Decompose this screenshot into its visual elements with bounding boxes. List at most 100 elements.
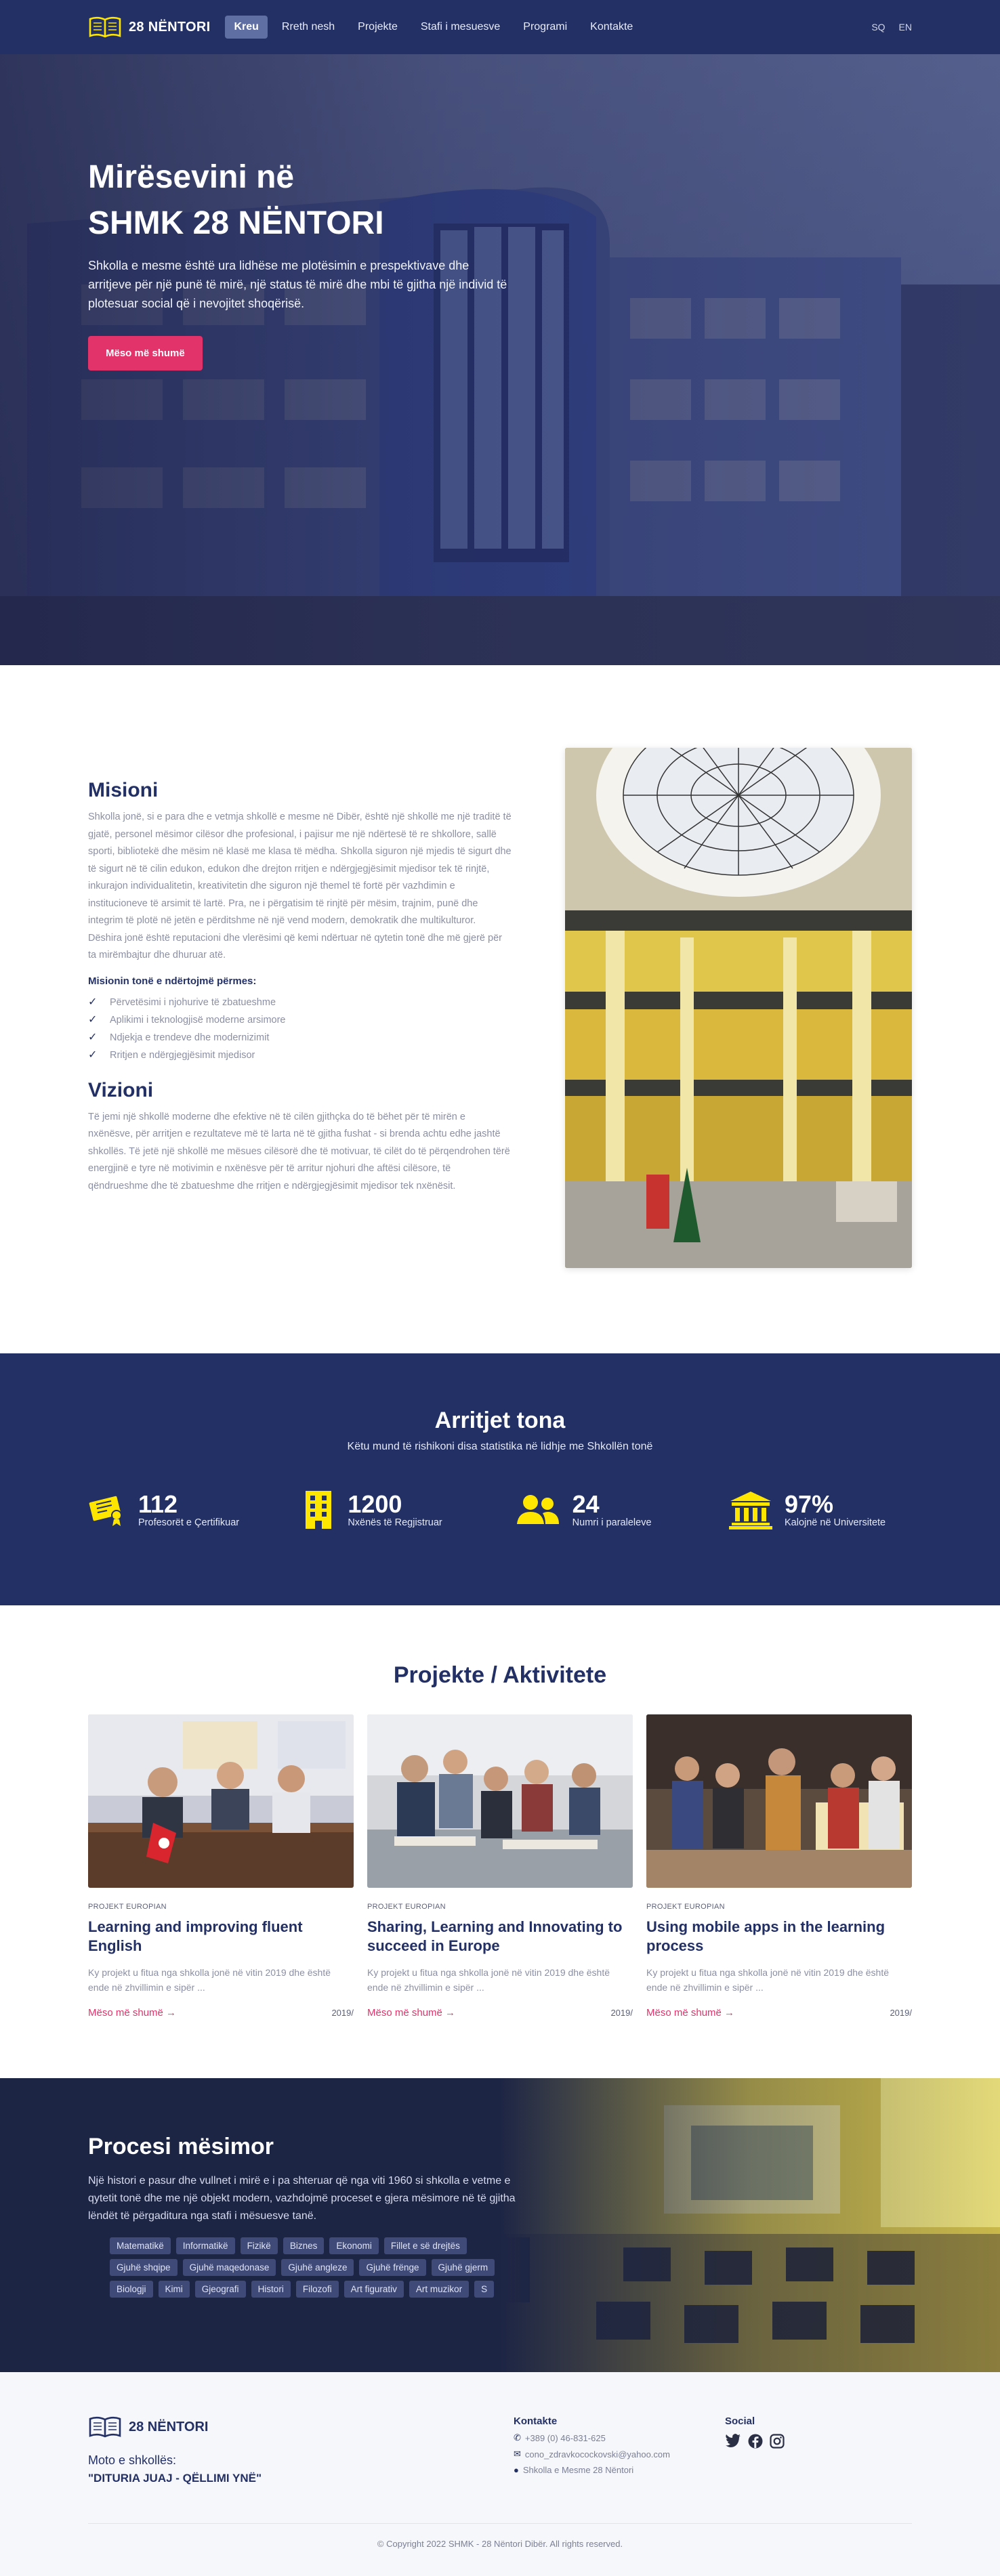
project-title[interactable]: Learning and improving fluent English (88, 1918, 354, 1956)
school-atrium-image (565, 748, 912, 1268)
check-icon: ✓ (88, 1031, 98, 1043)
project-year: 2019/ (331, 2008, 354, 2018)
stat-label: Kalojnë në Universitete (784, 1517, 886, 1528)
project-description: Ky projekt u fitua nga shkolla jonë në v… (367, 1967, 610, 1993)
stat-label: Numri i paraleleve (572, 1517, 652, 1528)
arrow-right-icon: → (445, 2007, 456, 2019)
process-text: Një histori e pasur dhe vullnet i mirë e… (88, 2175, 516, 2222)
project-cards: PROJEKT EUROPIAN Learning and improving … (88, 1714, 912, 2019)
stat-value: 97% (784, 1490, 834, 1518)
mission-text: Shkolla jonë, si e para dhe e vetmja shk… (88, 811, 512, 960)
mission-title: Misioni (88, 779, 159, 801)
project-description: Ky projekt u fitua nga shkolla jonë në v… (88, 1967, 331, 1993)
stat-value: 112 (138, 1490, 178, 1518)
footer-contact: Kontakte ✆ +389 (0) 46-831-625 ✉ cono_zd… (514, 2415, 725, 2485)
subject-chip[interactable]: Fillet e së drejtës (383, 2237, 467, 2254)
book-logo-icon (89, 2416, 121, 2438)
twitter-icon[interactable] (725, 2434, 741, 2449)
learn-more-button[interactable]: Mëso më shumë (88, 336, 203, 371)
nav-item-kreu[interactable]: Kreu (225, 16, 268, 39)
lang-sq[interactable]: SQ (871, 22, 885, 33)
nav-item-kontakte[interactable]: Kontakte (581, 16, 642, 39)
hero-section: Mirësevini në SHMK 28 NËNTORI Shkolla e … (0, 0, 1000, 665)
project-year: 2019/ (890, 2008, 912, 2018)
subject-chip[interactable]: Filozofi (295, 2281, 339, 2298)
subject-chip[interactable]: Gjuhë maqedonase (182, 2259, 276, 2276)
check-icon: ✓ (88, 1049, 98, 1061)
nav-item-projekte[interactable]: Projekte (349, 16, 407, 39)
subject-chip[interactable]: Gjuhë shqipe (110, 2259, 178, 2276)
arrow-right-icon: → (724, 2007, 735, 2019)
hero-title-line2: SHMK 28 NËNTORI (88, 205, 384, 241)
project-title[interactable]: Using mobile apps in the learning proces… (646, 1918, 912, 1956)
phone-icon: ✆ (514, 2432, 521, 2443)
stat-label: Nxënës të Regjistruar (348, 1517, 442, 1528)
subject-chip[interactable]: Art figurativ (343, 2281, 404, 2298)
nav-item-rreth-nesh[interactable]: Rreth nesh (273, 16, 343, 39)
stat-value: 24 (572, 1490, 600, 1518)
subject-chip[interactable]: Gjuhë gjerm (431, 2259, 495, 2276)
contact-phone[interactable]: +389 (0) 46-831-625 (525, 2433, 606, 2443)
learn-more-link[interactable]: Mëso më shumë → (367, 2007, 455, 2019)
footer-brand-name: 28 NËNTORI (129, 2419, 209, 2434)
projects-title: Projekte / Aktivitete (393, 1662, 607, 1688)
users-icon (516, 1495, 559, 1524)
projects-section: Projekte / Aktivitete PROJEKT EUROPIAN L… (0, 1605, 1000, 2078)
subject-chip[interactable]: Biznes (283, 2237, 325, 2254)
subject-chip[interactable]: Ekonomi (329, 2237, 379, 2254)
nav-item-stafi[interactable]: Stafi i mesuesve (412, 16, 509, 39)
learn-more-link[interactable]: Mëso më shumë → (88, 2007, 176, 2019)
university-icon (728, 1492, 772, 1529)
contact-email[interactable]: cono_zdravkocockovski@yahoo.com (525, 2449, 670, 2459)
project-card[interactable]: PROJEKT EUROPIAN Using mobile apps in th… (646, 1714, 912, 2019)
process-content: Procesi mësimor Një histori e pasur dhe … (88, 2134, 530, 2302)
mission-section: Misioni Shkolla jonë, si e para dhe e ve… (0, 665, 1000, 1353)
project-card[interactable]: PROJEKT EUROPIAN Learning and improving … (88, 1714, 354, 2019)
check-icon: ✓ (88, 1013, 98, 1026)
subject-chip[interactable]: Art muzikor (409, 2281, 470, 2298)
check-icon: ✓ (88, 996, 98, 1008)
list-item: ✓ Ndjekja e trendeve dhe modernizimit (88, 1029, 512, 1047)
stat-item: 112 Profesorët e Çertifikuar (88, 1490, 271, 1530)
subject-chip[interactable]: Informatikë (175, 2237, 235, 2254)
mission-text-column: Misioni Shkolla jonë, si e para dhe e ve… (88, 748, 512, 1268)
footer-brand: 28 NËNTORI Moto e shkollës: "DITURIA JUA… (88, 2415, 514, 2485)
instagram-icon[interactable] (770, 2434, 785, 2449)
subject-chip[interactable]: S (474, 2281, 495, 2298)
contact-address: Shkolla e Mesme 28 Nëntori (522, 2465, 634, 2475)
certificate-icon (89, 1496, 122, 1526)
subject-chip[interactable]: Gjuhë angleze (281, 2259, 354, 2276)
project-card[interactable]: PROJEKT EUROPIAN Sharing, Learning and I… (367, 1714, 633, 2019)
vision-title: Vizioni (88, 1078, 154, 1101)
mission-list: ✓ Përvetësimi i njohurive të zbatueshme ✓… (88, 994, 512, 1064)
book-logo-icon (89, 16, 121, 38)
hero-title-line1: Mirësevini në (88, 159, 295, 195)
process-title: Procesi mësimor (88, 2134, 274, 2159)
project-title[interactable]: Sharing, Learning and Innovating to succ… (367, 1918, 633, 1956)
nav-item-programi[interactable]: Programi (514, 16, 576, 39)
language-switcher: SQ EN (871, 22, 912, 33)
navbar: 28 NËNTORI Kreu Rreth nesh Projekte Staf… (0, 0, 1000, 54)
moto-label: Moto e shkollës: (88, 2453, 177, 2467)
subject-chip[interactable]: Gjuhë frënge (359, 2259, 426, 2276)
subjects-row: Biologji Kimi Gjeografi Histori Filozofi… (110, 2281, 530, 2298)
subject-chip[interactable]: Fizikë (240, 2237, 278, 2254)
achievements-title: Arritjet tona (434, 1408, 566, 1433)
brand-logo[interactable]: 28 NËNTORI (88, 16, 210, 39)
learn-more-link[interactable]: Mëso më shumë → (646, 2007, 734, 2019)
contact-title: Kontakte (514, 2415, 558, 2427)
stats-row: 112 Profesorët e Çertifikuar 1200 Nxënës… (88, 1490, 912, 1530)
footer-logo[interactable]: 28 NËNTORI (88, 2415, 514, 2438)
lang-en[interactable]: EN (899, 22, 912, 33)
project-image (88, 1714, 354, 1888)
mission-list-title: Misionin tonë e ndërtojmë përmes: (88, 975, 257, 987)
envelope-icon: ✉ (514, 2449, 521, 2459)
stat-value: 1200 (348, 1490, 402, 1518)
subject-chip[interactable]: Kimi (158, 2281, 190, 2298)
subject-chip[interactable]: Biologji (110, 2281, 153, 2298)
subject-chip[interactable]: Matematikë (110, 2237, 171, 2254)
subject-chip[interactable]: Gjeografi (194, 2281, 246, 2298)
achievements-subtitle: Këtu mund të rishikoni disa statistika n… (347, 1441, 653, 1452)
subject-chip[interactable]: Histori (251, 2281, 291, 2298)
facebook-icon[interactable] (748, 2434, 763, 2449)
